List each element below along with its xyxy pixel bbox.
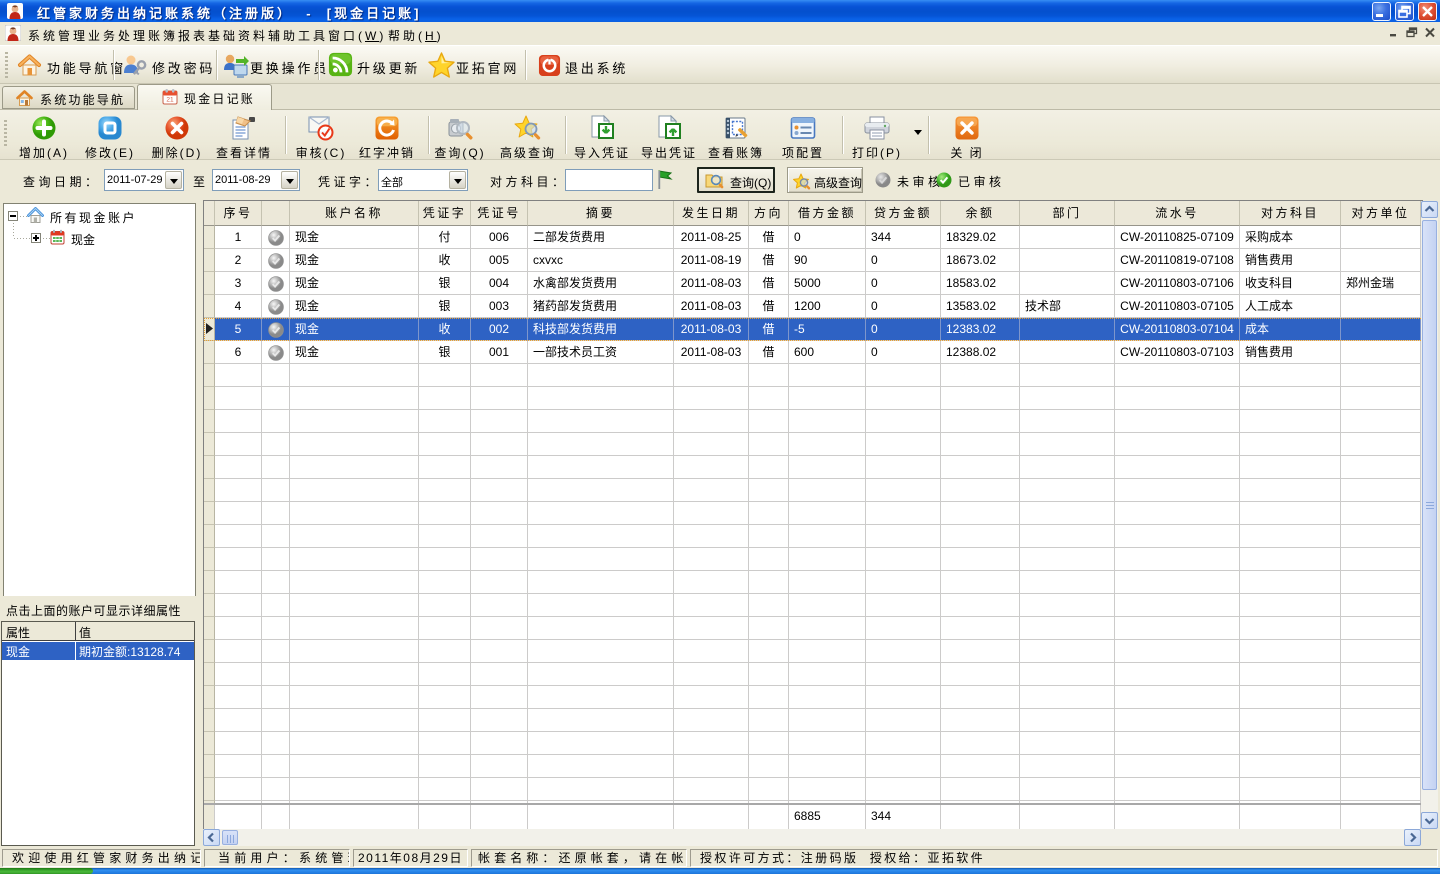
svg-text:21: 21	[166, 97, 174, 104]
